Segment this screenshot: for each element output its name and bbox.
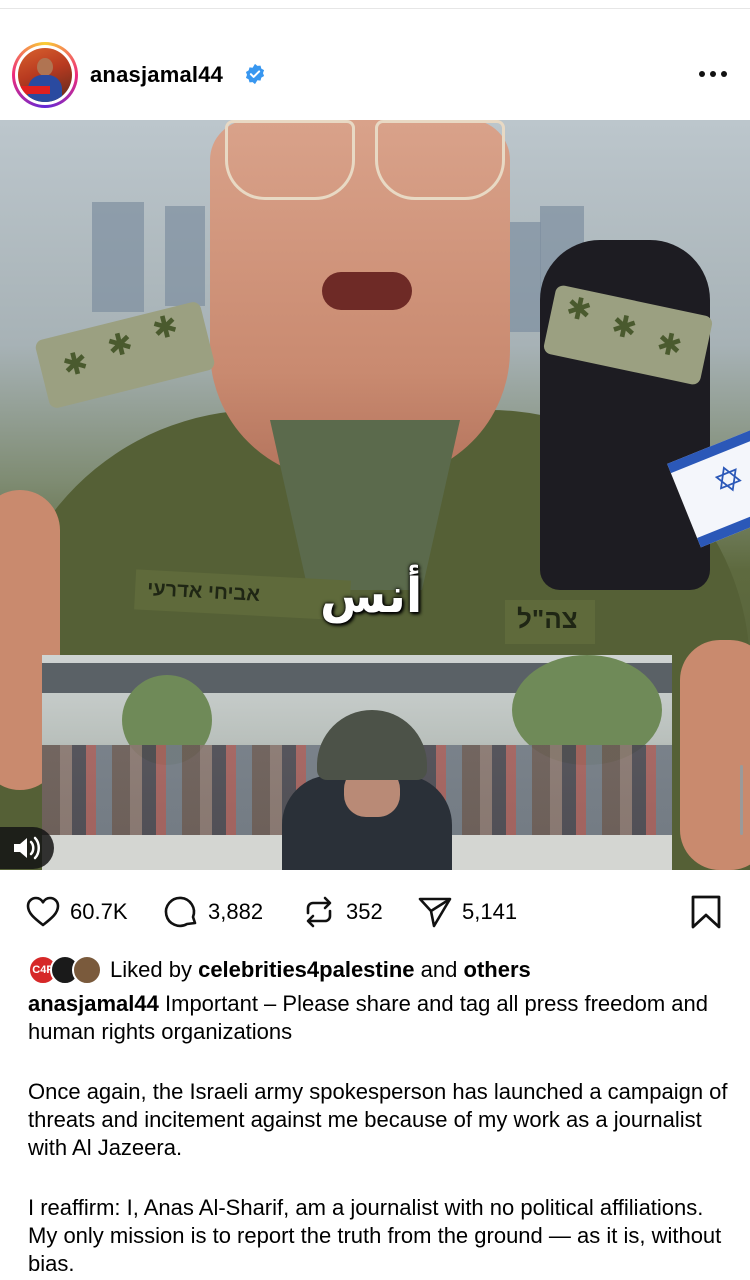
glasses: [225, 120, 355, 200]
post-caption: anasjamal44 Important – Please share and…: [28, 990, 728, 1046]
verified-badge-icon: [245, 63, 265, 85]
speaker-icon: [14, 836, 40, 860]
liked-by-and: and: [420, 957, 458, 982]
unit-tag: צה"ל: [505, 600, 595, 644]
video-overlay-caption: أنس: [320, 568, 423, 624]
helmet: [317, 710, 427, 780]
heart-icon: [26, 896, 60, 927]
top-divider: [0, 8, 750, 9]
liker-avatars: C4P: [28, 955, 102, 985]
left-epaulette: ✱ ✱ ✱: [34, 300, 216, 410]
sound-toggle-button[interactable]: [0, 827, 54, 869]
post-header: anasjamal44: [0, 38, 750, 110]
inset-video-clip: [42, 655, 672, 870]
liked-by-row[interactable]: C4P Liked by celebrities4palestine and o…: [28, 955, 531, 985]
comment-icon: [164, 896, 197, 928]
share-button[interactable]: 5,141: [416, 890, 517, 934]
liked-by-prefix: Liked by: [110, 957, 192, 982]
caption-paragraph: Once again, the Israeli army spokesperso…: [28, 1079, 728, 1160]
bookmark-icon[interactable]: [690, 894, 722, 930]
send-icon: [418, 897, 452, 928]
repost-button[interactable]: 352: [300, 890, 383, 934]
more-options-icon[interactable]: [698, 70, 728, 78]
post-username[interactable]: anasjamal44: [90, 62, 223, 88]
comment-count: 3,882: [208, 899, 264, 924]
share-count: 5,141: [462, 899, 518, 924]
liker-avatar: [72, 955, 102, 985]
like-count: 60.7K: [70, 899, 128, 924]
liked-by-account[interactable]: celebrities4palestine: [198, 957, 414, 983]
post-actions-bar: 60.7K 3,882 352 5,141: [0, 890, 750, 934]
repost-icon: [306, 896, 332, 928]
caption-username[interactable]: anasjamal44: [28, 991, 159, 1016]
liked-by-others[interactable]: others: [464, 957, 531, 983]
media-scroll-indicator: [740, 765, 743, 835]
caption-paragraph: I reaffirm: I, Anas Al-Sharif, am a jour…: [28, 1195, 722, 1276]
post-media-video[interactable]: ✱ ✱ ✱ ✱ ✱ ✱ ✡ אביחי אדרעי צה"ל أنس: [0, 120, 750, 870]
avatar-image: [18, 48, 72, 102]
profile-avatar[interactable]: [12, 42, 78, 108]
comment-button[interactable]: 3,882: [162, 890, 263, 934]
repost-count: 352: [346, 899, 383, 924]
like-button[interactable]: 60.7K: [24, 890, 128, 934]
